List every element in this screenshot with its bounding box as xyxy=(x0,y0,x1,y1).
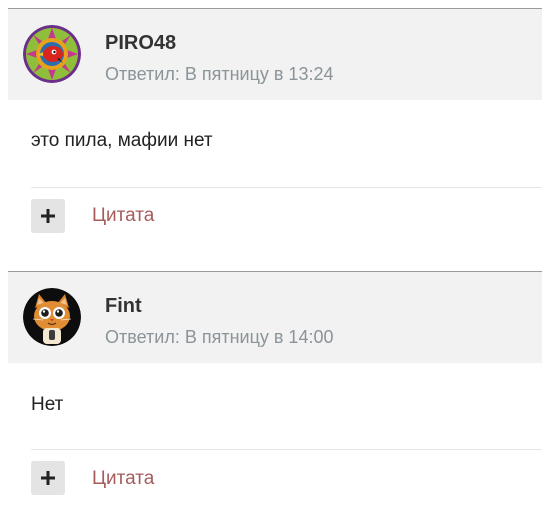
post-header: Fint Ответил: В пятницу в 14:00 xyxy=(8,271,542,363)
post-timestamp: Ответил: В пятницу в 13:24 xyxy=(105,64,334,84)
post-header: PIRO48 Ответил: В пятницу в 13:24 xyxy=(8,8,542,100)
post-text: это пила, мафии нет xyxy=(31,130,213,151)
cat-avatar-icon xyxy=(23,288,81,346)
user-avatar[interactable] xyxy=(23,288,81,346)
plus-icon xyxy=(41,471,55,485)
mandala-bird-avatar-icon xyxy=(23,25,81,83)
user-avatar[interactable] xyxy=(23,25,81,83)
quote-link[interactable]: Цитата xyxy=(92,204,154,228)
post-timestamp: Ответил: В пятницу в 14:00 xyxy=(105,327,334,347)
author-name[interactable]: Fint xyxy=(105,294,142,318)
plus-button[interactable] xyxy=(31,199,65,233)
plus-button[interactable] xyxy=(31,461,65,495)
post-divider xyxy=(31,187,542,188)
post-divider xyxy=(31,449,542,450)
quote-link[interactable]: Цитата xyxy=(92,467,154,491)
post-text: Нет xyxy=(31,394,64,415)
plus-icon xyxy=(41,209,55,223)
author-name[interactable]: PIRO48 xyxy=(105,31,176,55)
